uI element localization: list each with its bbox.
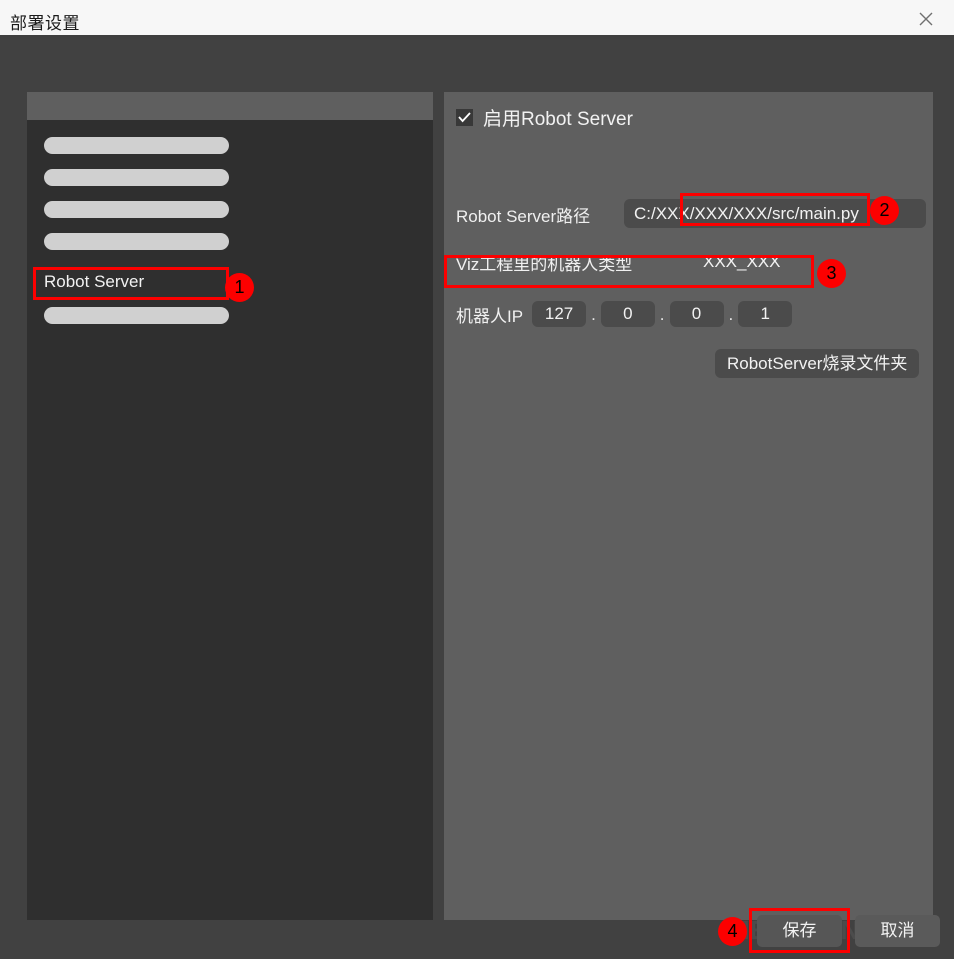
sidebar-item-redacted-4[interactable]: [44, 233, 229, 250]
settings-sidebar: Robot Server: [27, 92, 433, 920]
enable-robot-server-label: 启用Robot Server: [483, 108, 633, 130]
robot-type-input[interactable]: XXX_XXX: [694, 247, 878, 276]
server-path-input[interactable]: C:/XXX/XXX/XXX/src/main.py: [624, 199, 926, 228]
robot-ip-octet-2[interactable]: 0: [600, 301, 655, 327]
dialog-body: MECH MIND Robot Server 启用Robot Server: [0, 39, 954, 959]
robotserver-burn-folder-button[interactable]: RobotServer烧录文件夹: [715, 349, 920, 378]
robot-type-label: Viz工程里的机器人类型: [456, 255, 633, 274]
save-button[interactable]: 保存: [757, 915, 842, 947]
sidebar-item-redacted-5[interactable]: [44, 307, 229, 324]
close-button[interactable]: [906, 2, 946, 35]
ip-separator-3: .: [728, 305, 734, 324]
ip-separator-1: .: [591, 305, 596, 324]
sidebar-header-bar: [27, 92, 433, 120]
settings-content-panel: 启用Robot Server Robot Server路径 C:/XXX/XXX…: [444, 92, 933, 920]
sidebar-item-redacted-1[interactable]: [44, 137, 229, 154]
robot-type-row: Viz工程里的机器人类型 XXX_XXX: [456, 247, 926, 277]
sidebar-item-redacted-3[interactable]: [44, 201, 229, 218]
server-path-label: Robot Server路径: [456, 207, 591, 226]
sidebar-item-redacted-2[interactable]: [44, 169, 229, 186]
robot-ip-octet-1[interactable]: 127: [532, 301, 587, 327]
annotation-badge-4: 4: [718, 917, 747, 946]
cancel-button[interactable]: 取消: [855, 915, 940, 947]
robot-ip-label: 机器人IP: [456, 306, 524, 326]
page-title: 部署设置: [10, 14, 80, 33]
server-path-row: Robot Server路径 C:/XXX/XXX/XXX/src/main.p…: [456, 199, 926, 229]
window-titlebar: 部署设置: [0, 0, 954, 37]
enable-robot-server-checkbox[interactable]: [456, 108, 473, 126]
sidebar-item-robot-server[interactable]: Robot Server: [37, 267, 237, 297]
robot-ip-row: 机器人IP 127 . 0 . 0 . 1: [456, 299, 793, 329]
ip-separator-2: .: [659, 305, 665, 324]
enable-robot-server-row[interactable]: 启用Robot Server: [456, 105, 633, 130]
robot-ip-octet-4[interactable]: 1: [738, 301, 793, 327]
robot-ip-octet-3[interactable]: 0: [669, 301, 724, 327]
